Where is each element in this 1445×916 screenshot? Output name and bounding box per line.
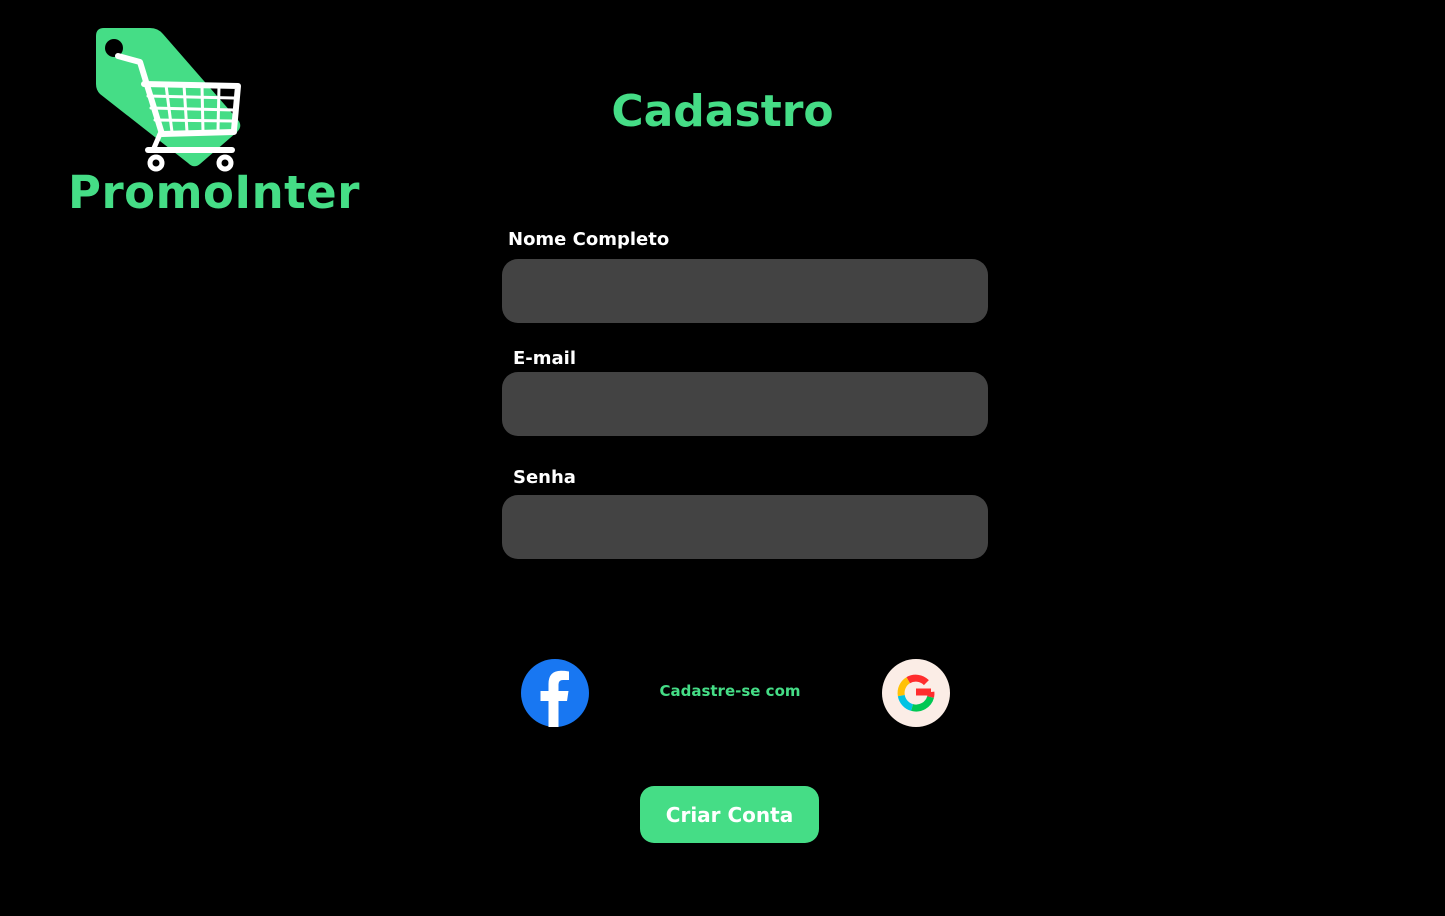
signup-page: PromoInter Cadastro Nome Completo E-mail… [0,0,1445,916]
facebook-signup-button[interactable] [521,659,589,727]
email-input[interactable] [502,372,988,436]
brand-name: PromoInter [68,166,360,219]
page-title: Cadastro [611,86,834,137]
social-signup-prompt: Cadastre-se com [659,682,801,700]
full-name-input[interactable] [502,259,988,323]
create-account-button[interactable]: Criar Conta [640,786,819,843]
email-label: E-mail [513,348,577,369]
full-name-label: Nome Completo [508,229,670,250]
google-icon [897,674,935,712]
google-signup-button[interactable] [882,659,950,727]
facebook-icon [540,670,569,727]
password-input[interactable] [502,495,988,559]
password-label: Senha [513,467,576,488]
